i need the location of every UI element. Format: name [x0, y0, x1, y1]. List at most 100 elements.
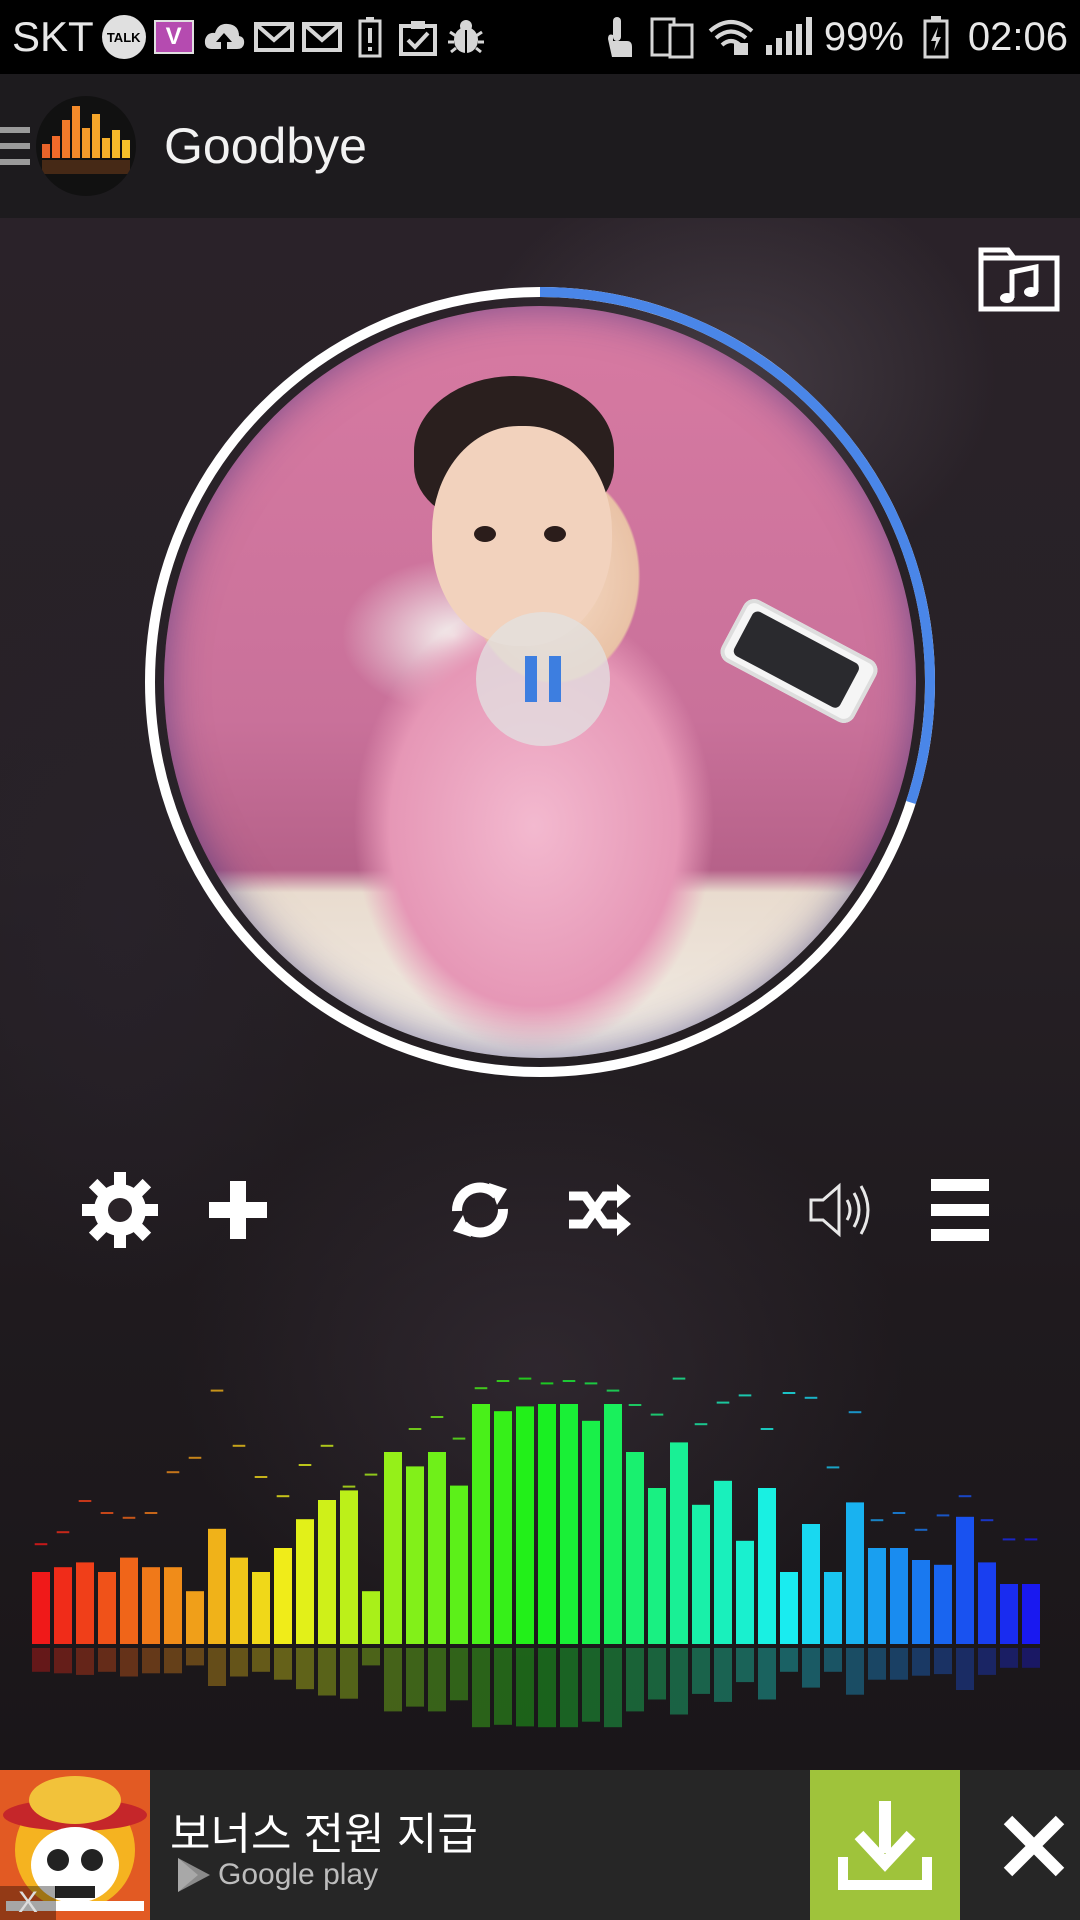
visualizer-peak [1024, 1538, 1038, 1541]
visualizer-peak [958, 1495, 972, 1498]
visualizer-peak [804, 1396, 818, 1399]
visualizer-peak [34, 1543, 48, 1546]
visualizer-bar [780, 1572, 798, 1644]
visualizer-bar [296, 1519, 314, 1644]
visualizer-bar [582, 1420, 600, 1644]
visualizer-reflection [318, 1648, 336, 1696]
visualizer-reflection [846, 1648, 864, 1695]
visualizer-peak [496, 1380, 510, 1382]
playlist-button[interactable] [918, 1168, 1002, 1252]
visualizer-bar [164, 1567, 182, 1644]
visualizer-reflection [208, 1648, 226, 1686]
ad-close-button[interactable] [996, 1808, 1072, 1884]
visualizer-bar [846, 1502, 864, 1644]
visualizer-bar [340, 1490, 358, 1644]
music-folder-button[interactable] [978, 242, 1060, 312]
visualizer-peak [826, 1466, 840, 1469]
visualizer-peak [166, 1471, 180, 1474]
visualizer-peak [760, 1428, 774, 1430]
ad-banner[interactable]: X 보너스 전원 지급 Google play [0, 1770, 1080, 1920]
pause-button[interactable] [476, 612, 610, 746]
visualizer-reflection [758, 1648, 776, 1700]
visualizer-reflection [406, 1648, 424, 1707]
visualizer-bar [274, 1548, 292, 1644]
visualizer-bar [560, 1404, 578, 1644]
visualizer-reflection [604, 1648, 622, 1728]
cloud-upload-icon [202, 15, 246, 59]
gmail-icon [253, 15, 294, 59]
visualizer-peak [980, 1519, 994, 1522]
visualizer-bar [714, 1480, 732, 1644]
visualizer-peak [188, 1456, 202, 1459]
visualizer-bar [626, 1452, 644, 1644]
repeat-button[interactable] [438, 1168, 522, 1252]
visualizer-reflection [824, 1648, 842, 1672]
visualizer-peak [738, 1394, 752, 1397]
visualizer-bar [1022, 1584, 1040, 1644]
battery-alert-icon [350, 15, 390, 59]
navigation-drawer-icon[interactable] [0, 122, 30, 170]
battery-charging-icon [916, 15, 956, 59]
visualizer-peak [430, 1416, 444, 1418]
visualizer-bar [648, 1488, 666, 1644]
visualizer-reflection [186, 1648, 204, 1666]
visualizer-bar [186, 1591, 204, 1644]
visualizer-reflection [934, 1648, 952, 1675]
visualizer-reflection [428, 1648, 446, 1712]
visualizer-peak [474, 1387, 488, 1390]
ad-download-button[interactable] [810, 1770, 960, 1920]
visualizer-reflection [76, 1648, 94, 1675]
settings-button[interactable] [78, 1168, 162, 1252]
visualizer-reflection [714, 1648, 732, 1702]
visualizer-peak [254, 1476, 268, 1478]
visualizer-peak [276, 1495, 290, 1498]
status-right: 99% 02:06 [598, 15, 1068, 60]
visualizer-bar [956, 1516, 974, 1644]
ad-info-close[interactable]: X [0, 1886, 56, 1920]
visualizer-reflection [274, 1648, 292, 1680]
status-left: SKT TALK V [12, 13, 486, 61]
visualizer-peak [364, 1473, 378, 1476]
ad-app-icon[interactable]: X [0, 1770, 150, 1920]
visualizer-bar [758, 1488, 776, 1644]
kakaotalk-icon: TALK [101, 15, 146, 59]
visualizer-reflection [384, 1648, 402, 1712]
gear-icon [82, 1172, 158, 1248]
add-to-playlist-button[interactable] [196, 1168, 280, 1252]
visualizer-bar [494, 1411, 512, 1644]
visualizer-peak [320, 1444, 334, 1447]
visualizer-reflection [54, 1648, 72, 1674]
volume-icon [809, 1182, 870, 1238]
bug-icon [446, 15, 486, 59]
visualizer-peak [232, 1444, 246, 1447]
visualizer-peak [144, 1512, 158, 1514]
visualizer-bar [362, 1591, 380, 1644]
visualizer-peak [78, 1500, 92, 1502]
visualizer-bar [890, 1548, 908, 1644]
visualizer-peak [892, 1512, 906, 1514]
visualizer-bar [802, 1524, 820, 1644]
visualizer-peak [386, 1452, 400, 1454]
visualizer-peak [122, 1516, 136, 1519]
carrier-label: SKT [12, 13, 94, 60]
ad-headline: 보너스 전원 지급 [170, 1810, 478, 1859]
visualizer-peak [672, 1377, 686, 1380]
app-logo[interactable] [36, 96, 136, 196]
visualizer-reflection [890, 1648, 908, 1680]
google-play-icon [178, 1858, 210, 1892]
visualizer-bar [252, 1572, 270, 1644]
volume-button[interactable] [800, 1168, 884, 1252]
visualizer-peak [650, 1413, 664, 1416]
visualizer-bar [142, 1567, 160, 1644]
visualizer-reflection [912, 1648, 930, 1676]
visualizer-reflection [978, 1648, 996, 1675]
status-bar: SKT TALK V 99% 02:06 [0, 0, 1080, 74]
visualizer-reflection [560, 1648, 578, 1728]
visualizer-peak [1002, 1538, 1016, 1541]
visualizer-peak [628, 1404, 642, 1406]
shuffle-button[interactable] [558, 1168, 642, 1252]
visualizer-reflection [296, 1648, 314, 1690]
visualizer-peak [694, 1423, 708, 1426]
visualizer-peak [848, 1411, 862, 1414]
touch-icon [598, 15, 638, 59]
